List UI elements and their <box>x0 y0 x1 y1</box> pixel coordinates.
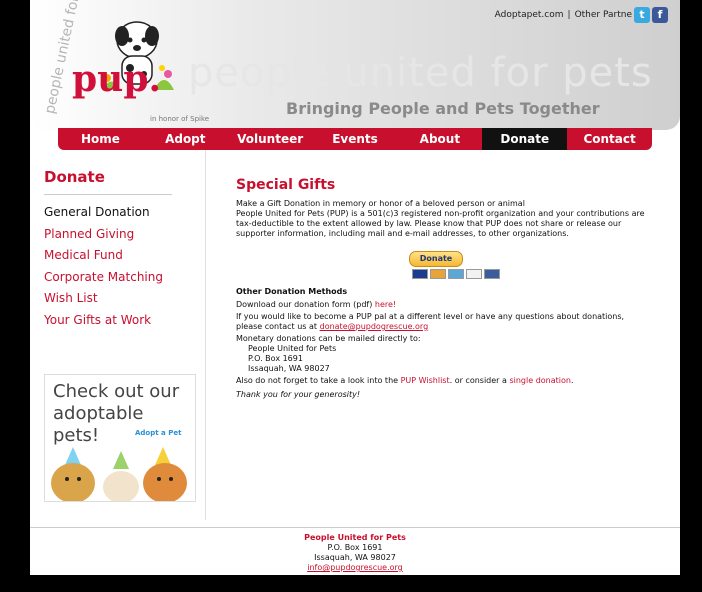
header: Adoptapet.com | Other Partne t f people … <box>30 0 680 130</box>
sidebar-menu: General Donation Planned Giving Medical … <box>44 205 163 335</box>
download-line: Download our donation form (pdf) here! <box>236 300 646 310</box>
amex-icon <box>448 269 464 279</box>
bank-icon <box>484 269 500 279</box>
mail-intro: Monetary donations can be mailed directl… <box>236 334 421 343</box>
page: Adoptapet.com | Other Partne t f people … <box>30 0 680 575</box>
facebook-icon[interactable]: f <box>652 7 668 23</box>
also-text-pre: Also do not forget to take a look into t… <box>236 376 399 385</box>
thanks-text: Thank you for your generosity! <box>236 390 361 399</box>
sidebar-item-wish-list[interactable]: Wish List <box>44 291 163 313</box>
pal-line: If you would like to become a PUP pal at… <box>236 312 646 332</box>
wishlist-link[interactable]: PUP Wishlist <box>401 376 450 385</box>
nav-adopt[interactable]: Adopt <box>143 128 228 150</box>
logo-pup-text[interactable]: pup. <box>72 58 161 100</box>
sidebar-item-corporate-matching[interactable]: Corporate Matching <box>44 270 163 292</box>
single-donation-link[interactable]: single donation <box>509 376 571 385</box>
address-line-3: Issaquah, WA 98027 <box>248 364 330 373</box>
banner-subtitle: Bringing People and Pets Together <box>286 99 600 118</box>
pal-text: If you would like to become a PUP pal at… <box>236 312 625 331</box>
main-content: Special Gifts Make a Gift Donation in me… <box>236 150 646 400</box>
other-partners-link[interactable]: Other Partne <box>575 10 632 20</box>
also-text-end: . <box>570 376 574 385</box>
nav-volunteer[interactable]: Volunteer <box>228 128 313 150</box>
twitter-icon[interactable]: t <box>634 7 650 23</box>
nav-donate[interactable]: Donate <box>482 128 568 150</box>
ad-line-1: Check out our <box>53 381 180 402</box>
footer-city: Issaquah, WA 98027 <box>314 553 396 562</box>
adoptapet-link[interactable]: Adoptapet.com <box>495 10 564 20</box>
sidebar-title: Donate <box>44 168 105 186</box>
column-divider <box>205 150 206 520</box>
payment-cards <box>412 269 646 279</box>
other-methods-heading: Other Donation Methods <box>236 287 348 296</box>
address-line-1: People United for Pets <box>248 344 337 353</box>
nav-contact[interactable]: Contact <box>567 128 652 150</box>
top-links: Adoptapet.com | Other Partne t f <box>495 7 668 23</box>
top-links-separator: | <box>567 10 571 20</box>
sidebar-item-your-gifts-at-work[interactable]: Your Gifts at Work <box>44 313 163 335</box>
page-title: Special Gifts <box>236 177 336 193</box>
banner-title: people united for pets <box>188 50 653 96</box>
sidebar: Donate General Donation Planned Giving M… <box>30 150 205 520</box>
mailing-address: People United for Pets P.O. Box 1691 Iss… <box>236 344 646 374</box>
footer-org-name: People United for Pets <box>304 533 406 542</box>
discover-icon <box>466 269 482 279</box>
intro-text: Make a Gift Donation in memory or honor … <box>236 199 525 208</box>
footer-email-link[interactable]: info@pupdogrescue.org <box>30 563 680 573</box>
main-nav: Home Adopt Volunteer Events About Donate… <box>58 128 652 150</box>
also-text-mid: . or consider a <box>449 376 507 385</box>
footer-divider <box>30 527 680 528</box>
visa-icon <box>412 269 428 279</box>
nonprofit-paragraph: People United for Pets (PUP) is a 501(c)… <box>236 209 645 238</box>
pets-party-hats-icon <box>51 447 187 501</box>
also-line: Also do not forget to take a look into t… <box>236 376 646 386</box>
footer-po-box: P.O. Box 1691 <box>327 543 383 552</box>
sidebar-item-medical-fund[interactable]: Medical Fund <box>44 248 163 270</box>
address-line-2: P.O. Box 1691 <box>248 354 303 363</box>
nav-about[interactable]: About <box>397 128 482 150</box>
download-link[interactable]: here! <box>375 300 396 309</box>
ad-headline: Check out our adoptable pets! <box>53 381 195 447</box>
ad-brand: Adopt a Pet <box>135 429 182 437</box>
adoptable-pets-ad[interactable]: Check out our adoptable pets! Adopt a Pe… <box>44 374 196 502</box>
download-text: Download our donation form (pdf) <box>236 300 373 309</box>
nav-home[interactable]: Home <box>58 128 143 150</box>
footer: People United for Pets P.O. Box 1691 Iss… <box>30 533 680 573</box>
nav-events[interactable]: Events <box>313 128 398 150</box>
donate-email-link[interactable]: donate@pupdogrescue.org <box>320 322 429 331</box>
paypal-donate-button[interactable]: Donate <box>409 251 463 267</box>
mastercard-icon <box>430 269 446 279</box>
sidebar-divider <box>44 194 172 195</box>
sidebar-item-planned-giving[interactable]: Planned Giving <box>44 227 163 249</box>
sidebar-item-general-donation[interactable]: General Donation <box>44 205 163 227</box>
logo-honor-text: in honor of Spike <box>150 115 210 123</box>
